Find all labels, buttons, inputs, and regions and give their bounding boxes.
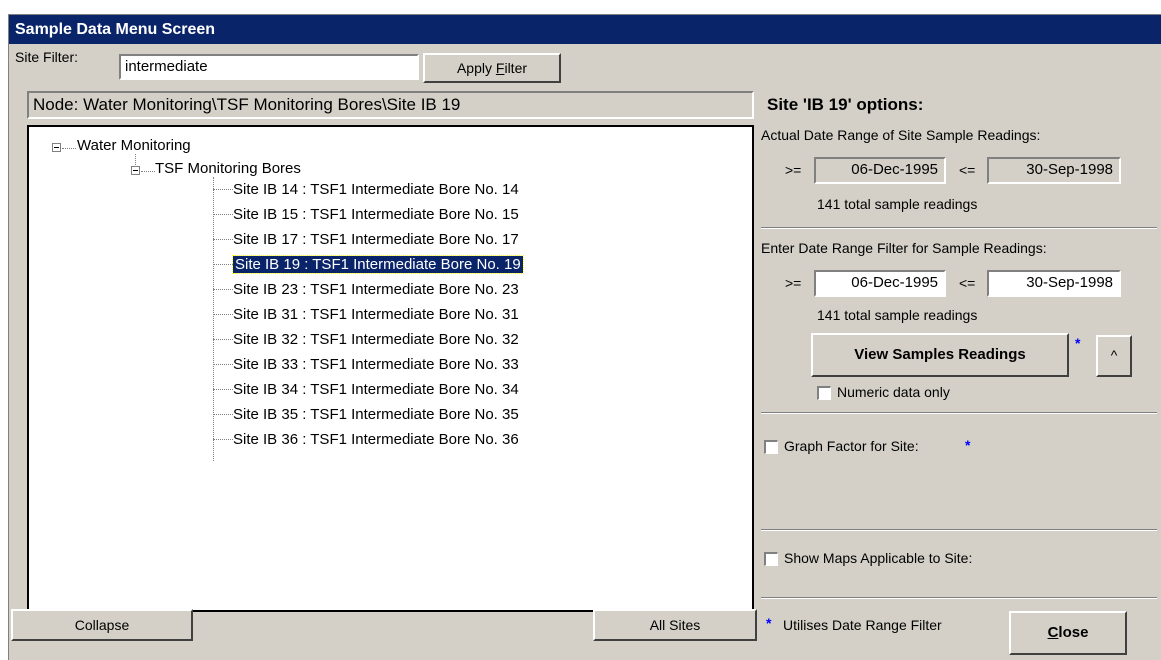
numeric-only-checkbox[interactable] [817, 386, 831, 400]
tree-connector [213, 439, 233, 440]
filter-from-input[interactable]: 06-Dec-1995 [814, 270, 946, 297]
apply-filter-button[interactable]: Apply Filter [423, 53, 561, 83]
all-sites-button[interactable]: All Sites [593, 609, 757, 641]
tree-item-site[interactable]: Site IB 23 : TSF1 Intermediate Bore No. … [233, 281, 519, 298]
tree-connector [213, 214, 233, 215]
tree-item-site[interactable]: Site IB 36 : TSF1 Intermediate Bore No. … [233, 431, 519, 448]
tree-item-site[interactable]: Site IB 34 : TSF1 Intermediate Bore No. … [233, 381, 519, 398]
site-filter-label: Site Filter: [15, 49, 79, 65]
note-star: * [766, 615, 772, 631]
show-maps-checkbox[interactable] [764, 552, 778, 566]
note-text: Utilises Date Range Filter [783, 617, 942, 633]
numeric-only-label: Numeric data only [837, 384, 950, 400]
tree-connector [213, 289, 233, 290]
close-button[interactable]: Close [1009, 611, 1127, 655]
actual-range-label: Actual Date Range of Site Sample Reading… [761, 127, 1041, 143]
filter-ge-label: >= [785, 275, 802, 291]
site-filter-input[interactable]: intermediate [119, 54, 419, 80]
sample-data-window: Sample Data Menu Screen Site Filter: int… [8, 14, 1161, 660]
divider [761, 597, 1157, 599]
tree-connector [213, 264, 233, 265]
graph-factor-star: * [965, 437, 971, 453]
tree-item-site[interactable]: Site IB 31 : TSF1 Intermediate Bore No. … [233, 306, 519, 323]
tree-item-site[interactable]: Site IB 17 : TSF1 Intermediate Bore No. … [233, 231, 519, 248]
tree-node-group[interactable]: TSF Monitoring Bores [155, 160, 301, 177]
tree-item-site[interactable]: Site IB 35 : TSF1 Intermediate Bore No. … [233, 406, 519, 423]
collapse-root-icon[interactable] [52, 143, 61, 152]
tree-item-site[interactable]: Site IB 14 : TSF1 Intermediate Bore No. … [233, 181, 519, 198]
node-path: Node: Water Monitoring\TSF Monitoring Bo… [27, 91, 754, 119]
tree-connector [213, 389, 233, 390]
filter-count: 141 total sample readings [817, 307, 978, 323]
actual-from-field: 06-Dec-1995 [814, 157, 946, 184]
collapse-button[interactable]: Collapse [11, 609, 193, 641]
filter-le-label: <= [959, 275, 976, 291]
tree-connector [213, 364, 233, 365]
filter-range-label: Enter Date Range Filter for Sample Readi… [761, 240, 1047, 256]
view-samples-button[interactable]: View Samples Readings [811, 333, 1069, 377]
divider [761, 412, 1157, 414]
actual-ge-label: >= [785, 162, 802, 178]
caret-button[interactable]: ^ [1096, 335, 1132, 377]
divider [761, 227, 1157, 229]
site-tree[interactable]: Water Monitoring TSF Monitoring Bores Si… [27, 125, 754, 612]
graph-factor-label: Graph Factor for Site: [784, 438, 919, 454]
tree-connector [213, 314, 233, 315]
divider [761, 529, 1157, 531]
show-maps-label: Show Maps Applicable to Site: [784, 550, 973, 566]
tree-item-site[interactable]: Site IB 15 : TSF1 Intermediate Bore No. … [233, 206, 519, 223]
tree-connector [213, 239, 233, 240]
tree-connector [213, 189, 233, 190]
actual-count: 141 total sample readings [817, 196, 978, 212]
graph-factor-checkbox[interactable] [764, 440, 778, 454]
tree-node-root[interactable]: Water Monitoring [77, 137, 191, 154]
tree-item-site[interactable]: Site IB 33 : TSF1 Intermediate Bore No. … [233, 356, 519, 373]
options-heading: Site 'IB 19' options: [767, 95, 924, 114]
collapse-group-icon[interactable] [131, 166, 140, 175]
filter-to-input[interactable]: 30-Sep-1998 [987, 270, 1121, 297]
actual-to-field: 30-Sep-1998 [987, 157, 1121, 184]
actual-le-label: <= [959, 162, 976, 178]
tree-connector [213, 339, 233, 340]
tree-item-site[interactable]: Site IB 32 : TSF1 Intermediate Bore No. … [233, 331, 519, 348]
tree-item-site[interactable]: Site IB 19 : TSF1 Intermediate Bore No. … [232, 255, 524, 274]
date-filter-star: * [1075, 335, 1081, 351]
tree-connector [213, 414, 233, 415]
window-title: Sample Data Menu Screen [9, 15, 1161, 44]
